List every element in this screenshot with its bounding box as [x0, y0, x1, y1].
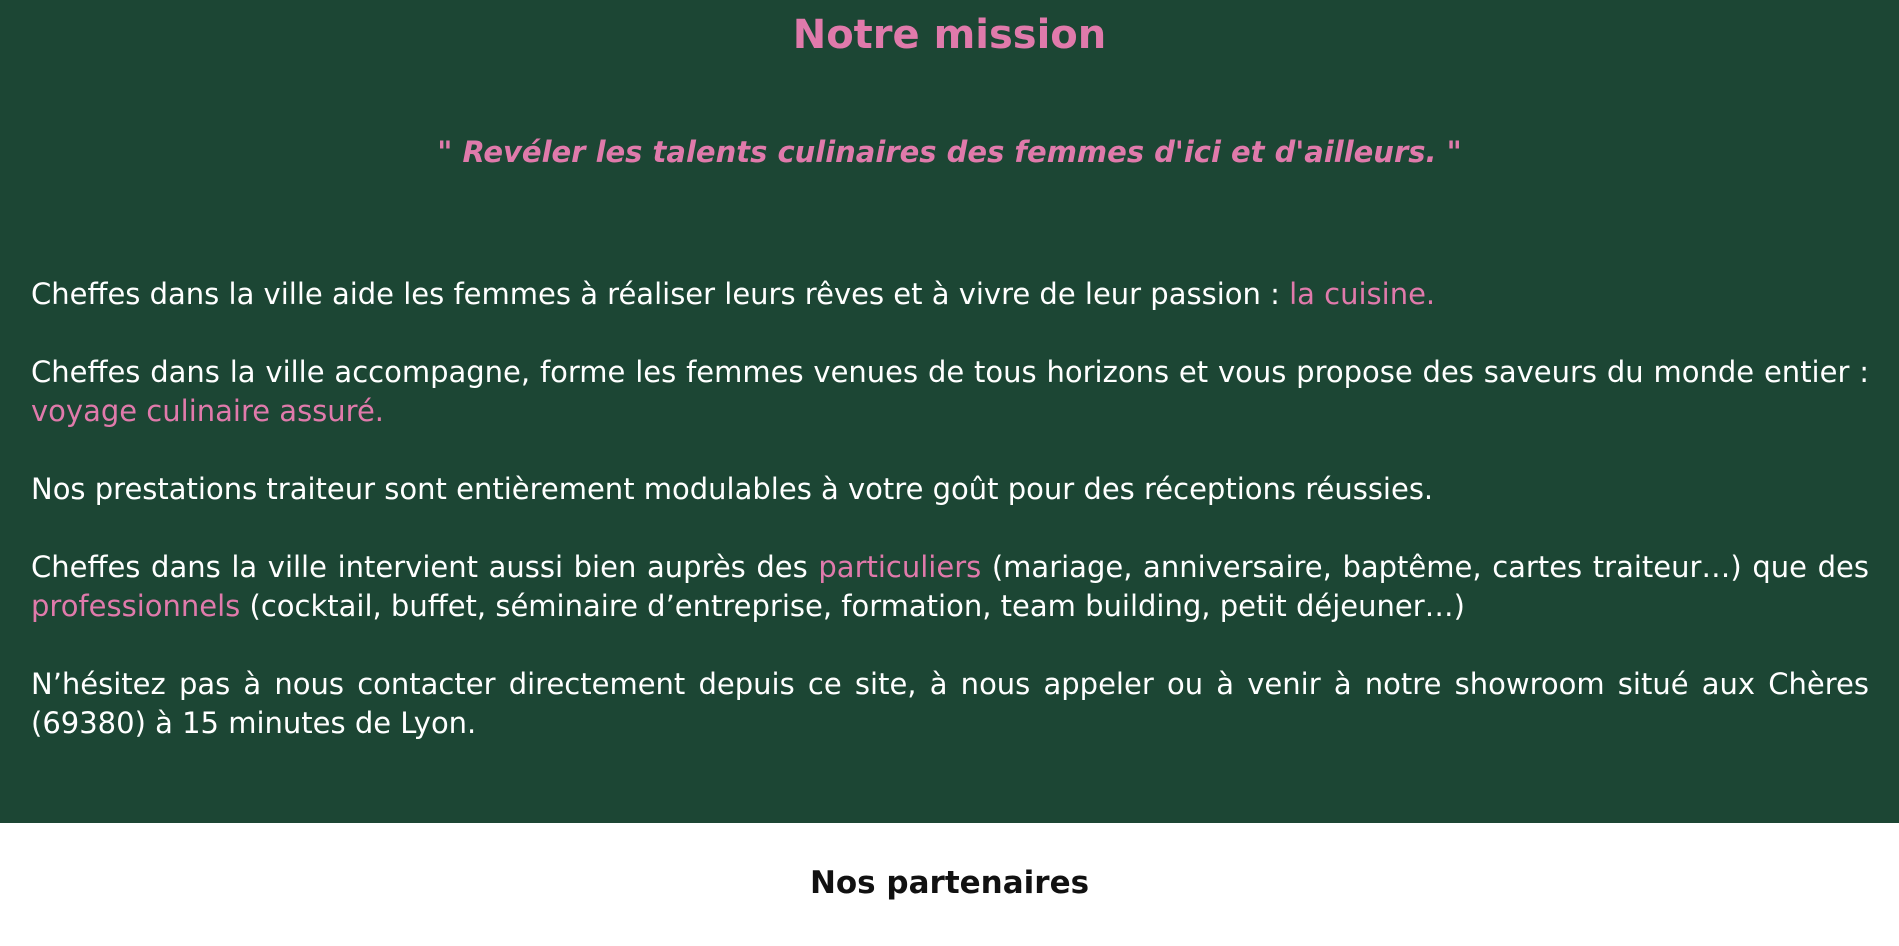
paragraph-text: Cheffes dans la ville aide les femmes à … [31, 277, 1290, 311]
paragraph-text: Nos prestations traiteur sont entièremen… [31, 472, 1434, 506]
mission-quote: " Revéler les talents culinaires des fem… [437, 135, 1462, 169]
partners-title: Nos partenaires [809, 865, 1090, 901]
mission-paragraph-5: N’hésitez pas à nous contacter directeme… [31, 665, 1869, 743]
mission-paragraph-2: Cheffes dans la ville accompagne, forme … [31, 353, 1869, 431]
highlight-la-cuisine: la cuisine. [1289, 277, 1436, 311]
mission-body: Cheffes dans la ville aide les femmes à … [31, 275, 1869, 782]
mission-paragraph-4: Cheffes dans la ville intervient aussi b… [31, 548, 1869, 626]
mission-title: Notre mission [792, 12, 1107, 58]
paragraph-text: (cocktail, buffet, séminaire d’entrepris… [240, 589, 1465, 623]
paragraph-text: Cheffes dans la ville intervient aussi b… [31, 550, 819, 584]
paragraph-text: (mariage, anniversaire, baptême, cartes … [981, 550, 1869, 584]
paragraph-text: N’hésitez pas à nous contacter directeme… [31, 667, 1869, 740]
highlight-voyage-culinaire: voyage culinaire assuré. [31, 394, 385, 428]
mission-paragraph-3: Nos prestations traiteur sont entièremen… [31, 470, 1869, 509]
paragraph-text: Cheffes dans la ville accompagne, forme … [31, 355, 1869, 389]
highlight-professionnels: professionnels [31, 589, 241, 623]
highlight-particuliers: particuliers [818, 550, 982, 584]
partners-section: Nos partenaires [0, 823, 1899, 946]
mission-paragraph-1: Cheffes dans la ville aide les femmes à … [31, 275, 1869, 314]
mission-section: Notre mission " Revéler les talents culi… [0, 0, 1899, 823]
